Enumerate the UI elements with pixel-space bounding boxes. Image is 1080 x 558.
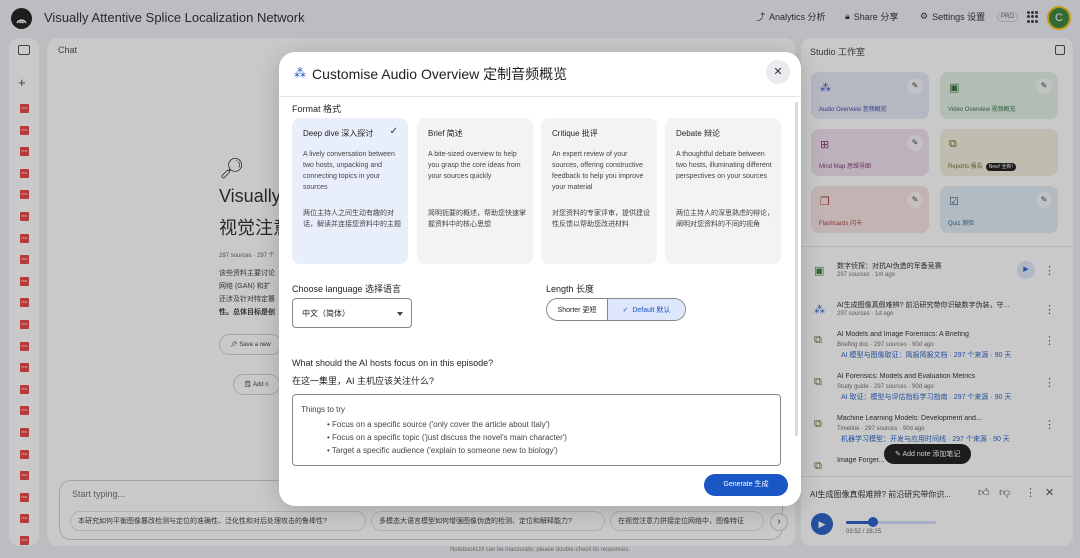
scrollbar[interactable] <box>795 102 798 436</box>
format-option-title: Brief 简述 <box>428 129 463 138</box>
format-option-title: Critique 批评 <box>552 129 598 138</box>
focus-tips: • Focus on a specific source ('only cove… <box>327 420 567 455</box>
format-label: Format 格式 <box>292 104 342 114</box>
audio-waveform-icon: ⁂ <box>294 66 306 80</box>
check-icon: ✓ <box>389 126 398 137</box>
format-option-description: A lively conversation between two hosts,… <box>303 151 395 191</box>
format-option-title: Debate 辩论 <box>676 129 721 138</box>
format-option-card[interactable]: Critique 批评 An expert review of your sour… <box>541 118 657 264</box>
length-label: Length 长度 <box>546 284 595 294</box>
format-option-description: A bite-sized overview to help you grasp … <box>428 151 521 180</box>
format-option-description: An expert review of your sources, offeri… <box>552 151 644 191</box>
focus-question-cn: 在这一集里，AI 主机应该关注什么? <box>292 376 435 386</box>
dialog-title: Customise Audio Overview 定制音频概览 <box>312 66 568 82</box>
focus-placeholder: Things to try <box>301 405 346 414</box>
format-option-card[interactable]: Debate 辩论 A thoughtful debate between two… <box>665 118 781 264</box>
close-icon: ✕ <box>773 66 783 78</box>
divider <box>279 96 801 97</box>
dropdown-arrow-icon <box>397 312 403 316</box>
customise-audio-dialog: ⁂ Customise Audio Overview 定制音频概览 ✕ Form… <box>279 52 801 506</box>
focus-question: What should the AI hosts focus on in thi… <box>292 358 494 368</box>
focus-textarea[interactable]: Things to try • Focus on a specific sour… <box>292 394 781 466</box>
check-icon: ✓ <box>622 306 633 314</box>
format-option-description-cn: 两位主持人之间生动有趣的对话，解读并连接您资料中的主题 <box>303 210 401 228</box>
format-option-title: Deep dive 深入探讨 <box>303 129 374 138</box>
format-option-description: A thoughtful debate between two hosts, i… <box>676 151 772 180</box>
format-option-description-cn: 两位主持人的深思熟虑的辩论，阐明对您资料的不同的视角 <box>676 210 774 228</box>
length-option-shorter[interactable]: Shorter 更短 <box>547 299 608 320</box>
format-option-card[interactable]: Brief 简述 A bite-sized overview to help yo… <box>417 118 533 264</box>
format-option-description-cn: 对您资料的专家评审，提供建设性反馈以帮助您改进材料 <box>552 210 650 228</box>
format-option-description-cn: 简明扼要的概述，帮助您快速掌握资料中的核心思想 <box>428 210 526 228</box>
length-toggle: Shorter 更短 ✓ Default 默认 <box>546 298 686 321</box>
length-option-default[interactable]: ✓ Default 默认 <box>608 299 685 320</box>
language-select[interactable]: 中文（简体） <box>292 298 412 328</box>
language-label: Choose language 选择语言 <box>292 284 402 294</box>
close-dialog-button[interactable]: ✕ <box>766 60 790 84</box>
generate-button[interactable]: Generate 生成 <box>704 474 788 496</box>
format-option-card[interactable]: Deep dive 深入探讨 A lively conversation betw… <box>292 118 408 264</box>
